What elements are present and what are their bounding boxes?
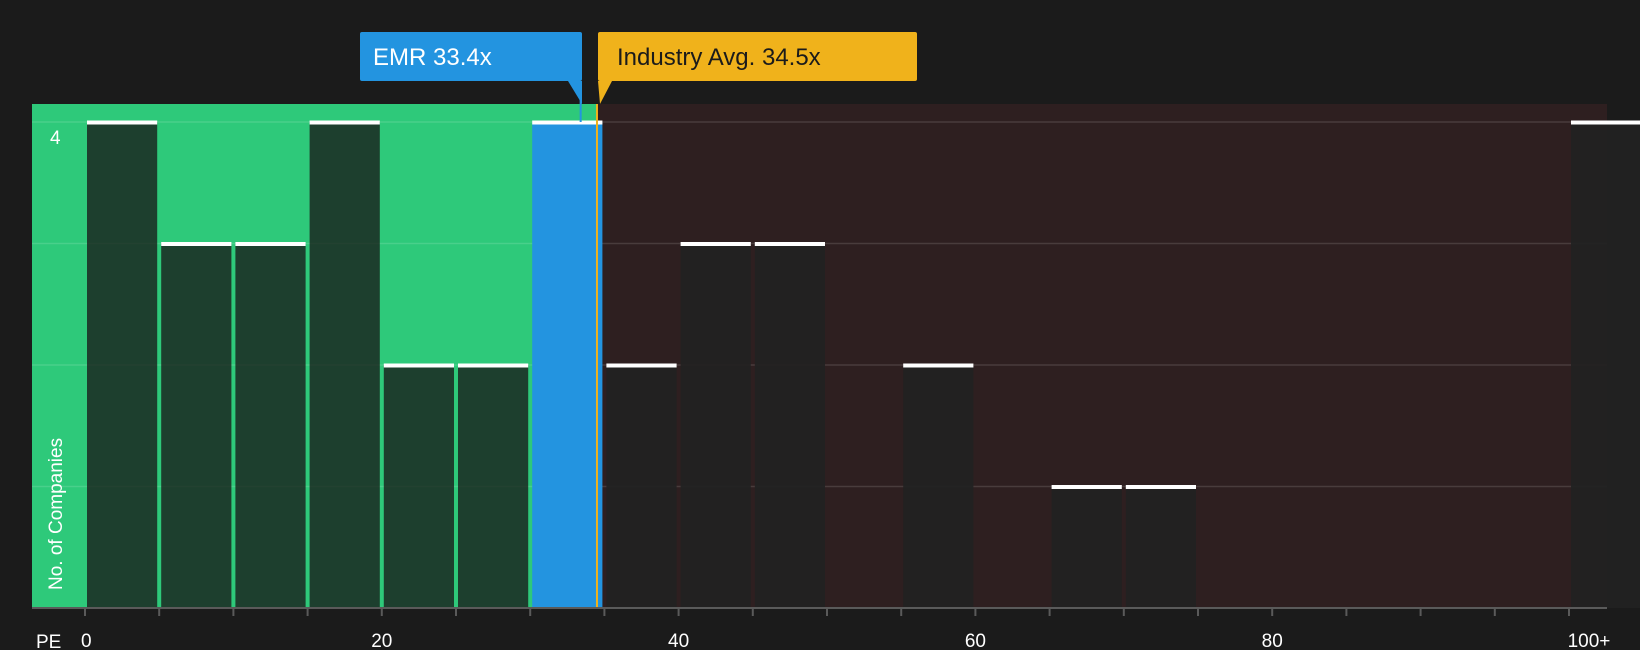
bar-top-cap bbox=[235, 242, 306, 246]
industry-callout-label: Industry Avg. 34.5x bbox=[617, 44, 821, 71]
histogram-bar bbox=[1571, 120, 1640, 608]
bar-body bbox=[235, 243, 306, 608]
bar-top-cap bbox=[383, 363, 454, 368]
bar-top-cap bbox=[1051, 485, 1122, 489]
bar-top-cap bbox=[1125, 485, 1196, 489]
bar-top-cap bbox=[903, 363, 974, 368]
histogram-bar bbox=[87, 120, 158, 608]
histogram-bar bbox=[903, 363, 974, 608]
histogram-bar bbox=[1051, 485, 1122, 608]
histogram-bar bbox=[458, 363, 529, 608]
y-axis-title: No. of Companies bbox=[46, 438, 67, 590]
histogram-bar bbox=[309, 120, 380, 608]
x-tick-label: 100+ bbox=[1568, 631, 1611, 650]
bar-body bbox=[754, 243, 825, 608]
bar-body bbox=[161, 243, 232, 608]
company-callout-label: EMR 33.4x bbox=[373, 44, 492, 71]
bar-top-cap bbox=[309, 120, 380, 125]
pe-distribution-chart: No. of Companies PE 4 0 20 40 60 80 100+ EMR … bbox=[0, 0, 1640, 650]
histogram-bar bbox=[754, 242, 825, 608]
x-tick-label: 60 bbox=[965, 631, 986, 650]
histogram-bar bbox=[680, 242, 751, 608]
histogram-bar bbox=[161, 242, 232, 608]
bar-top-cap bbox=[1571, 120, 1640, 125]
bar-top-cap bbox=[606, 363, 677, 368]
bar-top-cap bbox=[680, 242, 751, 246]
bar-body bbox=[87, 122, 158, 608]
bar-body bbox=[1571, 122, 1640, 608]
bar-body bbox=[606, 365, 677, 608]
x-tick-label: 20 bbox=[371, 631, 392, 650]
bar-body bbox=[458, 365, 529, 608]
bar-body bbox=[903, 365, 974, 608]
bar-top-cap bbox=[458, 363, 529, 368]
histogram-bar bbox=[1125, 485, 1196, 608]
bar-top-cap bbox=[532, 120, 603, 125]
bar-top-cap bbox=[161, 242, 232, 246]
bar-body bbox=[1125, 486, 1196, 608]
x-tick-label: 0 bbox=[81, 631, 92, 650]
x-tick-label: 80 bbox=[1262, 631, 1283, 650]
bar-top-cap bbox=[754, 242, 825, 246]
bar-body bbox=[1051, 486, 1122, 608]
histogram-bar bbox=[532, 120, 603, 608]
x-axis-title: PE bbox=[36, 632, 61, 650]
x-tick-label: 40 bbox=[668, 631, 689, 650]
bar-body bbox=[309, 122, 380, 608]
bar-body bbox=[680, 243, 751, 608]
bar-body bbox=[532, 122, 603, 608]
bar-top-cap bbox=[87, 120, 158, 125]
bar-body bbox=[383, 365, 454, 608]
histogram-bar bbox=[383, 363, 454, 608]
histogram-bar bbox=[235, 242, 306, 608]
histogram-bar bbox=[606, 363, 677, 608]
y-tick-label: 4 bbox=[50, 128, 61, 149]
